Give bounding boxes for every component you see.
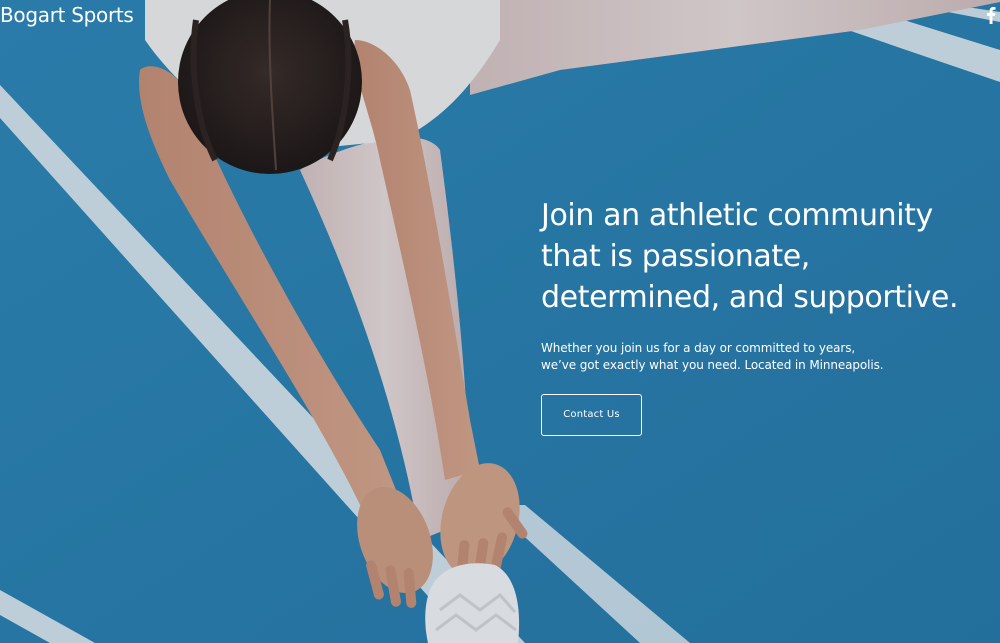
facebook-icon[interactable]	[986, 6, 996, 24]
hero-content: Join an athletic community that is passi…	[541, 195, 981, 436]
contact-us-button[interactable]: Contact Us	[541, 394, 642, 436]
hero-subtext-line-1: Whether you join us for a day or committ…	[541, 341, 856, 355]
site-title-link[interactable]: Bogart Sports	[0, 2, 134, 28]
hero-subtext: Whether you join us for a day or committ…	[541, 340, 981, 373]
hero-subtext-line-2: we’ve got exactly what you need. Located…	[541, 357, 884, 372]
page: Bogart Sports Join an athletic community…	[0, 0, 1000, 643]
hero-headline: Join an athletic community that is passi…	[541, 198, 959, 315]
